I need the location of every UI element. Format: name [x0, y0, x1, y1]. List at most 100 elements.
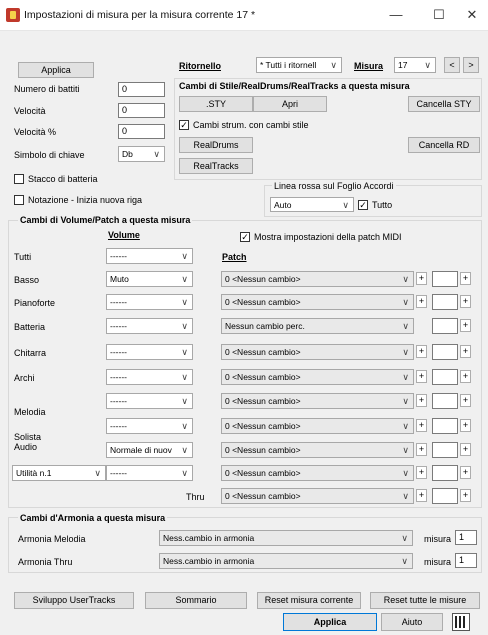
plus-button[interactable]: +	[460, 394, 471, 407]
plus-button[interactable]: +	[416, 443, 427, 456]
maximize-button[interactable]: ☐	[425, 6, 453, 24]
patch-number-input[interactable]	[432, 393, 458, 409]
keyboard-icon[interactable]	[452, 613, 470, 631]
plus-button[interactable]: +	[416, 419, 427, 432]
velocita-input[interactable]: 0	[118, 103, 165, 118]
plus-button[interactable]: +	[460, 466, 471, 479]
numero-battiti-input[interactable]: 0	[118, 82, 165, 97]
sviluppo-usertracks-button[interactable]: Sviluppo UserTracks	[14, 592, 134, 609]
linea-rossa-value: Auto	[274, 200, 292, 210]
patch-select-thru[interactable]: 0 <Nessun cambio> ∨	[221, 488, 414, 504]
sommario-button[interactable]: Sommario	[145, 592, 247, 609]
tutto-label: Tutto	[372, 200, 393, 210]
plus-button[interactable]: +	[460, 345, 471, 358]
chevron-down-icon: ∨	[181, 468, 188, 478]
notazione-checkbox[interactable]	[14, 195, 24, 205]
plus-button[interactable]: +	[416, 466, 427, 479]
prev-misura-button[interactable]: <	[444, 57, 460, 73]
utilita-value: Utilità n.1	[16, 468, 52, 478]
close-button[interactable]: ✕	[458, 6, 486, 24]
patch-select-utilita[interactable]: 0 <Nessun cambio> ∨	[221, 465, 414, 481]
patch-number-input[interactable]	[432, 271, 458, 287]
misura-label: Misura	[354, 61, 384, 71]
plus-button[interactable]: +	[460, 489, 471, 502]
volume-value: ------	[110, 347, 127, 357]
volume-select-tutti[interactable]: ------ ∨	[106, 248, 193, 264]
stacco-checkbox[interactable]	[14, 174, 24, 184]
cancella-rd-button[interactable]: Cancella RD	[408, 137, 480, 153]
plus-button[interactable]: +	[460, 370, 471, 383]
plus-button[interactable]: +	[460, 419, 471, 432]
ritornello-select[interactable]: * Tutti i ritornell ∨	[256, 57, 342, 73]
plus-button[interactable]: +	[460, 295, 471, 308]
velocita-pct-input[interactable]: 0	[118, 124, 165, 139]
volume-select-utilita[interactable]: ------ ∨	[106, 465, 193, 481]
patch-select-pianoforte[interactable]: 0 <Nessun cambio> ∨	[221, 294, 414, 310]
cancella-sty-button[interactable]: Cancella STY	[408, 96, 480, 112]
plus-button[interactable]: +	[416, 370, 427, 383]
volume-value: ------	[110, 297, 127, 307]
mostra-patch-checkbox[interactable]: ✓	[240, 232, 250, 242]
realdrums-button[interactable]: RealDrums	[179, 137, 253, 153]
volume-select-basso[interactable]: Muto ∨	[106, 271, 193, 287]
plus-button[interactable]: +	[416, 394, 427, 407]
patch-number-input[interactable]	[432, 488, 458, 504]
plus-button[interactable]: +	[460, 272, 471, 285]
minimize-button[interactable]: —	[382, 6, 410, 24]
chevron-down-icon: ∨	[402, 321, 409, 331]
realtracks-button[interactable]: RealTracks	[179, 158, 253, 174]
tutto-checkbox[interactable]: ✓	[358, 200, 368, 210]
patch-number-input[interactable]	[432, 344, 458, 360]
patch-number-input[interactable]	[432, 418, 458, 434]
armonia-thru-select[interactable]: Ness.cambio in armonia ∨	[159, 553, 413, 569]
patch-number-input[interactable]	[432, 442, 458, 458]
plus-button[interactable]: +	[416, 489, 427, 502]
plus-button[interactable]: +	[416, 272, 427, 285]
patch-number-input[interactable]	[432, 294, 458, 310]
patch-number-input[interactable]	[432, 369, 458, 385]
volume-select-chitarra[interactable]: ------ ∨	[106, 344, 193, 360]
utilita-select[interactable]: Utilità n.1 ∨	[12, 465, 106, 481]
volume-select-melodia-2[interactable]: ------ ∨	[106, 418, 193, 434]
simbolo-chiave-select[interactable]: Db ∨	[118, 146, 165, 162]
armonia-melodia-select[interactable]: Ness.cambio in armonia ∨	[159, 530, 413, 546]
simbolo-chiave-label: Simbolo di chiave	[14, 150, 85, 160]
misura-1-label: misura	[424, 534, 452, 544]
patch-select-melodia[interactable]: 0 <Nessun cambio> ∨	[221, 393, 414, 409]
volume-value: Normale di nuov	[110, 445, 172, 455]
applica-button[interactable]: Applica	[283, 613, 377, 631]
patch-select-batteria[interactable]: Nessun cambio perc. ∨	[221, 318, 414, 334]
volume-select-solista-audio[interactable]: Normale di nuov ∨	[106, 442, 193, 458]
patch-select-melodia-2[interactable]: 0 <Nessun cambio> ∨	[221, 418, 414, 434]
patch-select-basso[interactable]: 0 <Nessun cambio> ∨	[221, 271, 414, 287]
plus-button[interactable]: +	[460, 319, 471, 332]
misura-2-input[interactable]: 1	[455, 553, 477, 568]
patch-select-chitarra[interactable]: 0 <Nessun cambio> ∨	[221, 344, 414, 360]
plus-button[interactable]: +	[416, 295, 427, 308]
plus-button[interactable]: +	[460, 443, 471, 456]
patch-number-input[interactable]	[432, 465, 458, 481]
volume-value: ------	[110, 321, 127, 331]
misura-select[interactable]: 17 ∨	[394, 57, 436, 73]
volume-select-melodia[interactable]: ------ ∨	[106, 393, 193, 409]
apri-button[interactable]: Apri	[253, 96, 327, 112]
reset-tutte-misure-button[interactable]: Reset tutte le misure	[370, 592, 480, 609]
armonia-section-title: Cambi d'Armonia a questa misura	[18, 513, 168, 523]
cambi-strum-checkbox[interactable]: ✓	[179, 120, 189, 130]
linea-rossa-select[interactable]: Auto ∨	[270, 197, 354, 212]
next-misura-button[interactable]: >	[463, 57, 479, 73]
patch-number-input[interactable]	[432, 318, 458, 334]
volume-select-batteria[interactable]: ------ ∨	[106, 318, 193, 334]
applica-small-button[interactable]: Applica	[18, 62, 94, 78]
patch-value: 0 <Nessun cambio>	[225, 347, 301, 357]
reset-misura-corrente-button[interactable]: Reset misura corrente	[257, 592, 361, 609]
patch-select-solista-audio[interactable]: 0 <Nessun cambio> ∨	[221, 442, 414, 458]
volume-select-archi[interactable]: ------ ∨	[106, 369, 193, 385]
aiuto-button[interactable]: Aiuto	[381, 613, 443, 631]
misura-1-input[interactable]: 1	[455, 530, 477, 545]
patch-select-archi[interactable]: 0 <Nessun cambio> ∨	[221, 369, 414, 385]
volume-select-pianoforte[interactable]: ------ ∨	[106, 294, 193, 310]
sty-button[interactable]: .STY	[179, 96, 253, 112]
patch-value: 0 <Nessun cambio>	[225, 297, 301, 307]
plus-button[interactable]: +	[416, 345, 427, 358]
